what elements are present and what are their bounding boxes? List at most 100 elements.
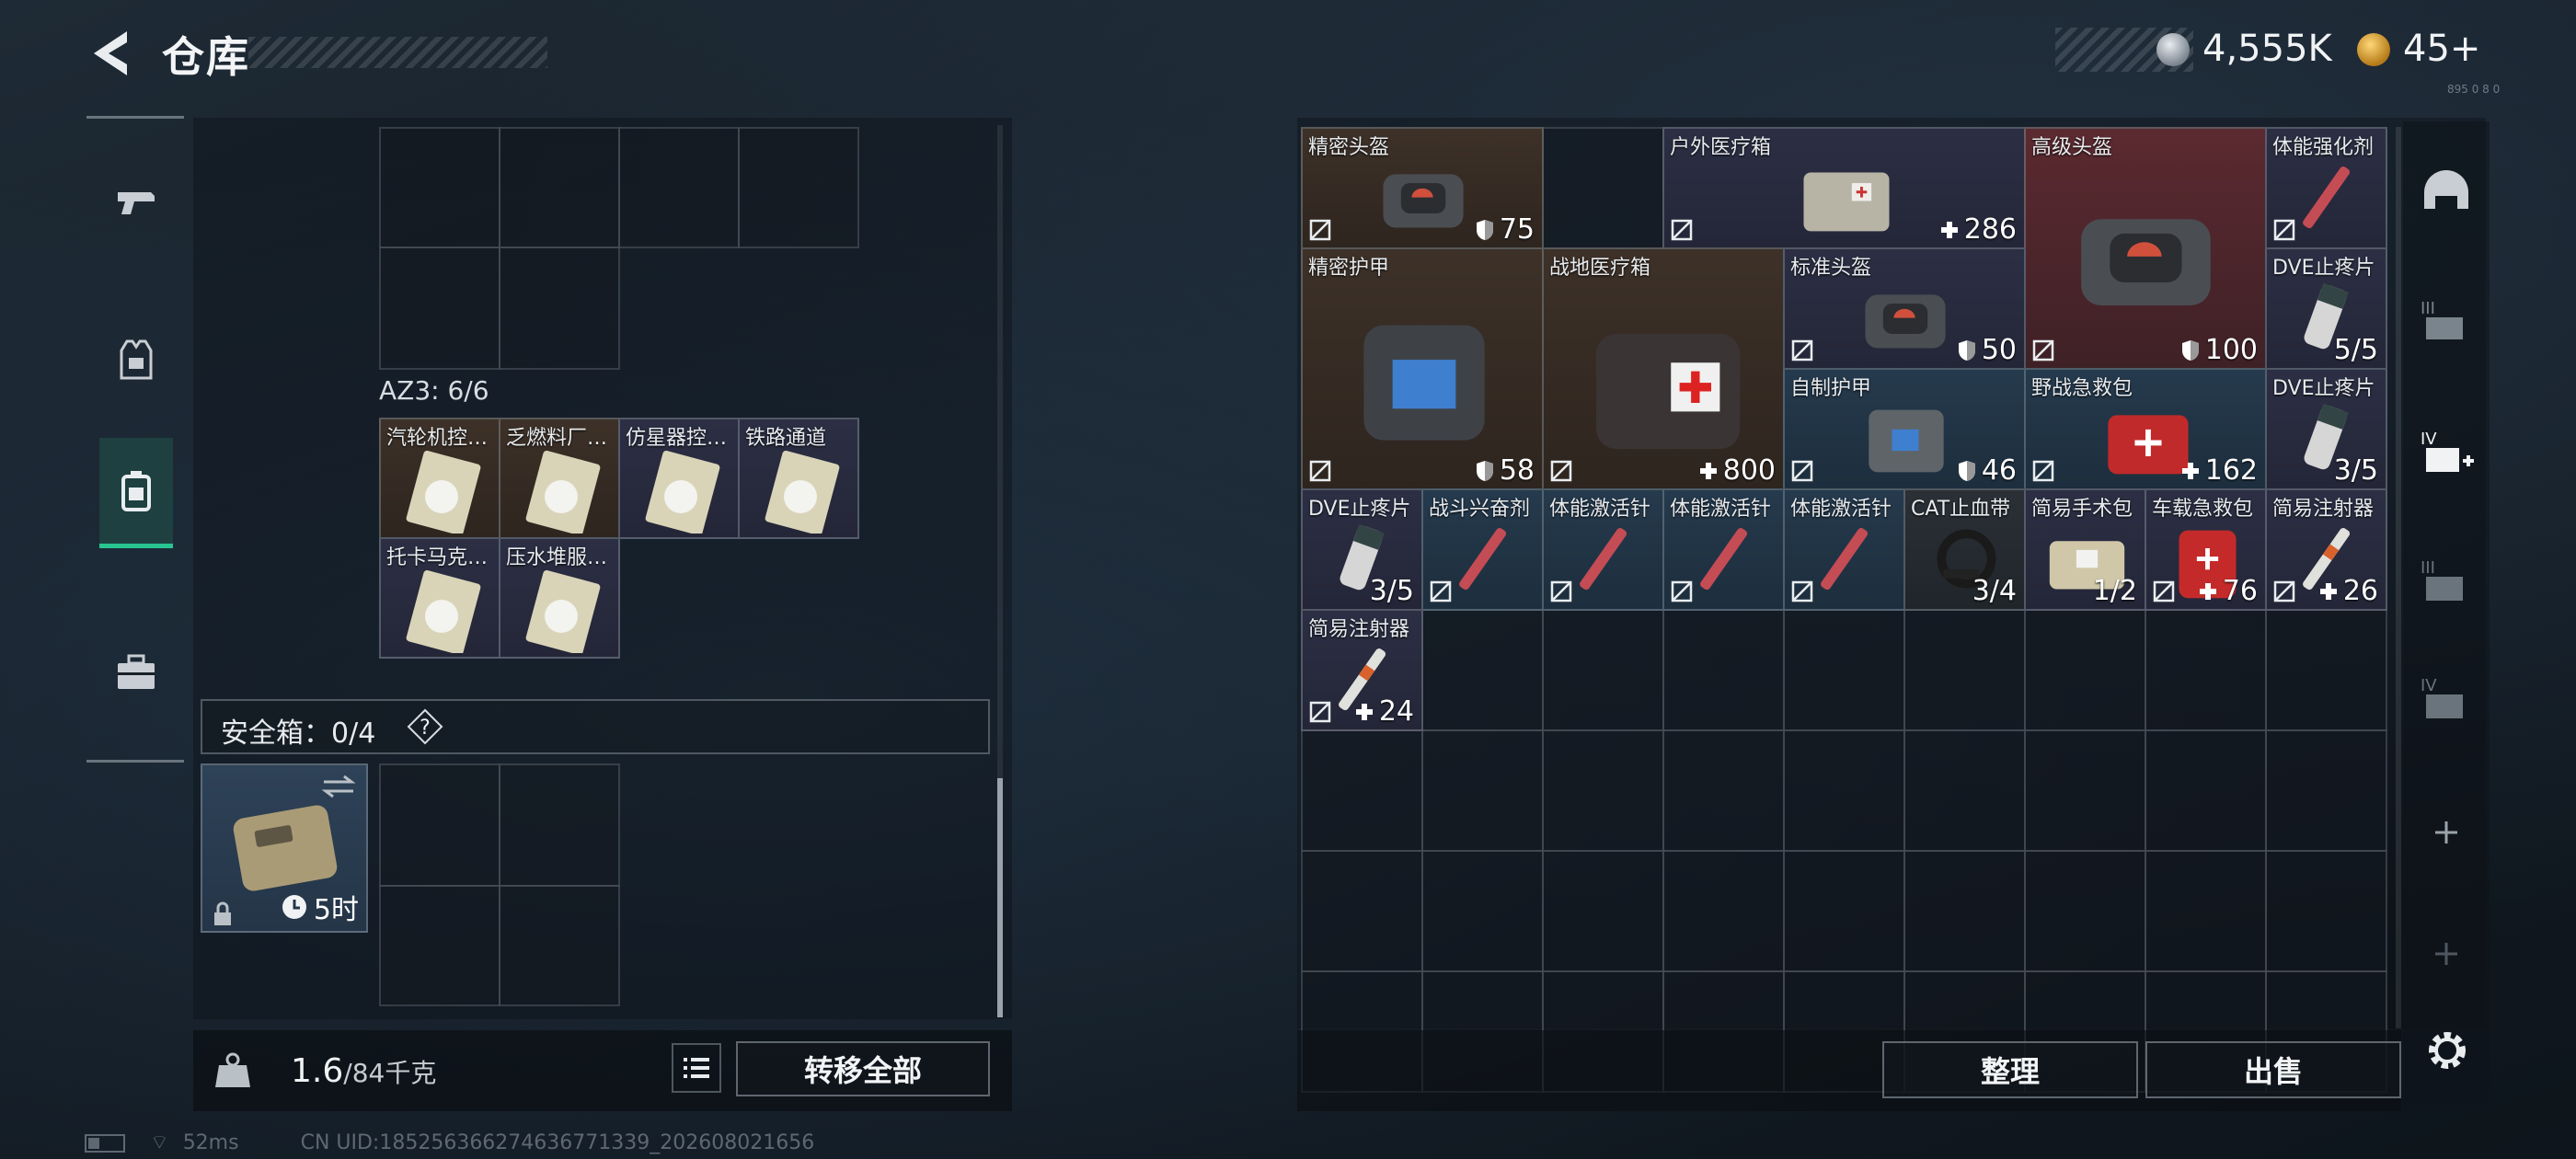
nav-item-bag-iii[interactable]: III — [2412, 548, 2480, 616]
grid-cell[interactable] — [2145, 850, 2267, 972]
grid-cell[interactable] — [1301, 850, 1423, 972]
health-plus-icon — [2319, 582, 2337, 600]
nav-item-medkit-iv[interactable]: IV — [2412, 419, 2480, 488]
grid-cell[interactable] — [1903, 609, 2026, 731]
grid-cell[interactable] — [1542, 729, 1664, 852]
health-plus-icon — [2199, 582, 2216, 600]
container-item[interactable]: 战地医疗箱 800 — [1542, 247, 1785, 490]
grid-cell[interactable] — [499, 247, 620, 370]
back-arrow-icon[interactable] — [85, 28, 136, 79]
no-insure-icon — [1550, 580, 1572, 602]
container-item[interactable]: 自制护甲 46 — [1783, 368, 2026, 490]
item-value-text: 162 — [2204, 454, 2258, 487]
grid-cell[interactable] — [1542, 850, 1664, 972]
grid-cell[interactable] — [2265, 729, 2387, 852]
weight-icon — [215, 1052, 250, 1087]
container-item[interactable]: 户外医疗箱 286 — [1662, 127, 2026, 249]
az3-item[interactable]: 乏燃料厂… — [499, 418, 620, 539]
grid-cell[interactable] — [499, 885, 620, 1006]
nav-item-gear[interactable] — [99, 309, 173, 410]
grid-cell[interactable] — [2265, 609, 2387, 731]
grid-cell[interactable] — [379, 885, 500, 1006]
az3-item[interactable]: 铁路通道 — [738, 418, 859, 539]
container-item[interactable]: 简易注射器 26 — [2265, 488, 2387, 611]
container-item[interactable]: DVE止疼片 3/5 — [2265, 368, 2387, 490]
grid-cell[interactable] — [379, 763, 500, 887]
grid-cell[interactable] — [2024, 609, 2146, 731]
container-item[interactable]: 精密头盔 75 — [1301, 127, 1544, 249]
grid-cell[interactable] — [1662, 729, 1785, 852]
container-scrollbar[interactable] — [2396, 127, 2401, 1028]
plus-icon — [2435, 943, 2457, 965]
grid-cell[interactable] — [1662, 609, 1785, 731]
container-item[interactable]: 野战急救包 162 — [2024, 368, 2267, 490]
grid-cell[interactable] — [1903, 729, 2026, 852]
help-icon[interactable]: ? — [407, 708, 443, 745]
stash-scroll-thumb[interactable] — [997, 778, 1003, 1017]
item-name: 高级头盔 — [2031, 136, 2113, 159]
organize-button[interactable]: 整理 — [1882, 1041, 2138, 1098]
transfer-all-button[interactable]: 转移全部 — [736, 1041, 990, 1096]
item-image — [1363, 325, 1485, 441]
grid-cell[interactable] — [1662, 850, 1785, 972]
grid-cell[interactable] — [1301, 729, 1423, 852]
grid-cell[interactable] — [499, 127, 620, 248]
grid-cell[interactable] — [379, 127, 500, 248]
container-item[interactable]: DVE止疼片 5/5 — [2265, 247, 2387, 370]
nav-item-armor-iii[interactable]: III — [2412, 287, 2480, 355]
settings-gear-icon[interactable] — [2420, 1023, 2475, 1078]
grid-cell[interactable] — [2024, 729, 2146, 852]
container-item[interactable]: DVE止疼片 3/5 — [1301, 488, 1423, 611]
container-item[interactable]: 体能激活针 — [1542, 488, 1664, 611]
safebox-timer-text: 5时 — [313, 894, 359, 926]
container-item[interactable]: 精密护甲 58 — [1301, 247, 1544, 490]
az3-item[interactable]: 汽轮机控… — [379, 418, 500, 539]
item-value: 58 — [1474, 454, 1535, 487]
nav-item-helmet[interactable] — [2412, 158, 2480, 226]
item-value-text: 286 — [1963, 213, 2017, 246]
grid-cell[interactable] — [2265, 850, 2387, 972]
grid-cell[interactable] — [618, 127, 740, 248]
grid-cell[interactable] — [1421, 609, 1544, 731]
grid-cell[interactable] — [1421, 729, 1544, 852]
grid-cell[interactable] — [1542, 127, 1664, 249]
item-name: 简易注射器 — [2272, 498, 2375, 521]
container-item[interactable]: 简易手术包 1/2 — [2024, 488, 2146, 611]
container-item[interactable]: 高级头盔 100 — [2024, 127, 2267, 370]
az3-item[interactable]: 托卡马克… — [379, 537, 500, 659]
list-view-button[interactable] — [672, 1043, 721, 1093]
az3-item[interactable]: 仿星器控… — [618, 418, 740, 539]
container-item[interactable]: 简易注射器 24 — [1301, 609, 1423, 731]
nav-item-weapons[interactable] — [99, 153, 173, 254]
grid-cell[interactable] — [379, 247, 500, 370]
nav-item-backpack[interactable] — [99, 438, 173, 548]
grid-cell[interactable] — [2145, 729, 2267, 852]
nav-item-case-iv[interactable]: IV — [2412, 666, 2480, 734]
nav-item-case[interactable] — [99, 622, 173, 723]
safebox-case[interactable]: 5时 — [201, 763, 368, 933]
grid-cell[interactable] — [1903, 850, 2026, 972]
container-item[interactable]: 体能强化剂 — [2265, 127, 2387, 249]
container-item[interactable]: CAT止血带 3/4 — [1903, 488, 2026, 611]
grid-cell[interactable] — [2145, 609, 2267, 731]
grid-cell[interactable] — [1783, 850, 1905, 972]
container-item[interactable]: 体能激活针 — [1662, 488, 1785, 611]
grid-cell[interactable] — [1783, 729, 1905, 852]
gold-amount[interactable]: 45+ — [2403, 28, 2480, 70]
grid-cell[interactable] — [499, 763, 620, 887]
grid-cell[interactable] — [2024, 850, 2146, 972]
container-item[interactable]: 标准头盔 50 — [1783, 247, 2026, 370]
grid-cell[interactable] — [738, 127, 859, 248]
sell-button[interactable]: 出售 — [2145, 1041, 2401, 1098]
svg-text:III: III — [2421, 299, 2435, 318]
no-insure-icon — [2032, 339, 2054, 361]
az3-item[interactable]: 压水堆服… — [499, 537, 620, 659]
grid-cell[interactable] — [1421, 850, 1544, 972]
add-container-button[interactable] — [2412, 798, 2480, 866]
grid-cell[interactable] — [1783, 609, 1905, 731]
container-item[interactable]: 战斗兴奋剂 — [1421, 488, 1544, 611]
container-item[interactable]: 体能激活针 — [1783, 488, 1905, 611]
grid-cell[interactable] — [1542, 609, 1664, 731]
add-container-button-2[interactable] — [2412, 920, 2480, 988]
container-item[interactable]: 车载急救包 76 — [2145, 488, 2267, 611]
